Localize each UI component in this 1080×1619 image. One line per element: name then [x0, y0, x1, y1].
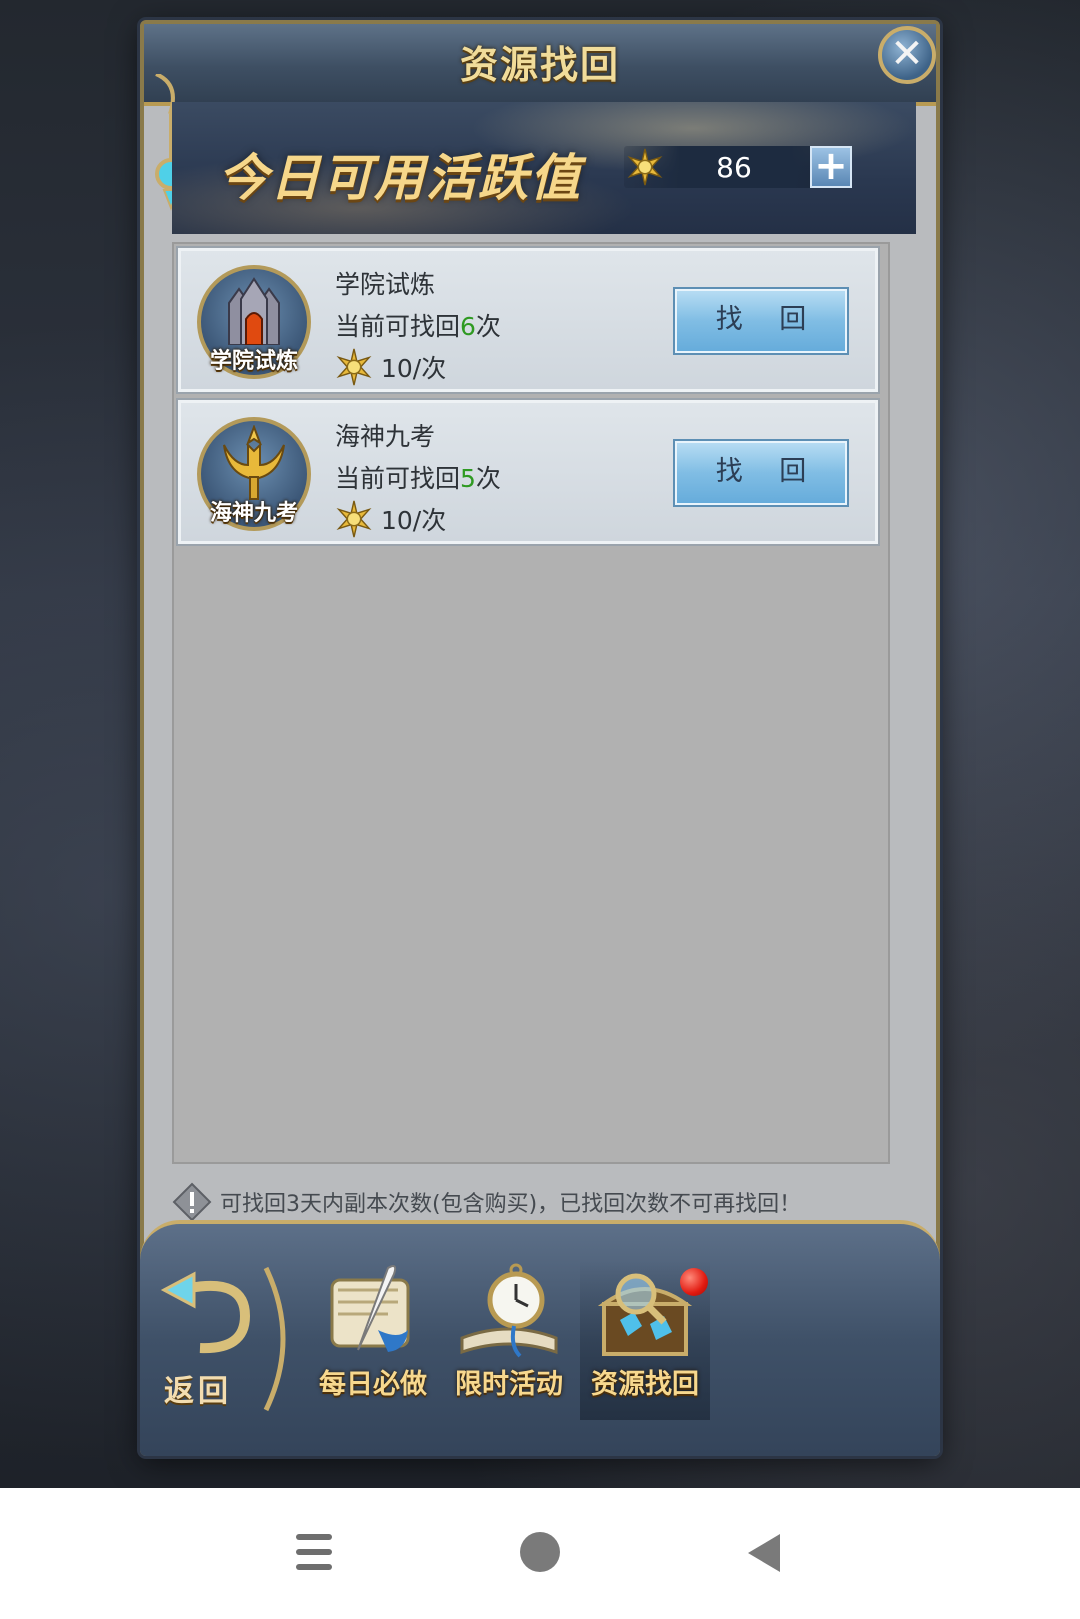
item-remaining-count: 当前可找回5次 — [335, 464, 501, 493]
tab-limited-events[interactable]: 限时活动 — [444, 1260, 574, 1420]
cost-text: 10/次 — [381, 354, 447, 383]
item-cost: 10/次 — [335, 347, 446, 387]
close-icon: ✕ — [890, 31, 924, 77]
pocket-watch-book-icon — [460, 1263, 558, 1358]
notice-bar: 可找回3天内副本次数(包含购买)，已找回次数不可再找回！ — [172, 1182, 912, 1222]
tab-label: 每日必做 — [319, 1369, 427, 1400]
tab-resource-recovery[interactable]: 资源找回 — [580, 1260, 710, 1420]
tab-label: 资源找回 — [591, 1369, 699, 1400]
return-arrow-icon — [160, 1271, 251, 1354]
scroll-quill-icon — [330, 1265, 410, 1352]
dialog-title-bar: 资源找回 ✕ — [144, 24, 936, 106]
cost-text: 10/次 — [381, 506, 447, 535]
activity-value-box: 86 + — [624, 146, 852, 188]
menu-icon[interactable] — [294, 1530, 334, 1574]
academy-trial-icon: 学院试炼 — [197, 265, 311, 379]
activity-label: 今日可用活跃值 — [218, 148, 582, 207]
castle-gate-icon — [228, 277, 280, 345]
tab-label: 限时活动 — [455, 1369, 563, 1400]
activity-value: 86 — [716, 151, 752, 184]
item-remaining-count: 当前可找回6次 — [335, 312, 501, 341]
back-button[interactable]: 返回 — [160, 1264, 290, 1414]
dialog-title: 资源找回 — [459, 42, 620, 87]
home-icon[interactable] — [518, 1530, 562, 1574]
item-icon-label: 海神九考 — [209, 500, 298, 526]
plus-icon: + — [814, 143, 848, 189]
bracket-divider-icon — [263, 1266, 286, 1412]
sea-god-trial-icon: 海神九考 — [197, 417, 311, 531]
count-number: 6 — [460, 312, 476, 341]
list-item: 学院试炼 学院试炼 当前可找回6次 10/次 找 回 — [178, 248, 878, 392]
warning-icon — [172, 1182, 212, 1222]
item-cost: 10/次 — [335, 499, 446, 539]
activity-banner: 今日可用活跃值 86 + — [172, 102, 916, 234]
sun-star-icon — [627, 148, 663, 186]
item-name: 学院试炼 — [335, 270, 436, 299]
notice-text: 可找回3天内副本次数(包含购买)，已找回次数不可再找回！ — [220, 1192, 802, 1217]
bottom-nav: 返回 每日必做 限时活动 资源找回 — [140, 1220, 940, 1456]
trident-icon — [223, 425, 285, 500]
resource-recovery-dialog: 资源找回 ✕ 今日可用活跃值 86 + 学院试炼 学院试炼 当前可找回6次 10… — [140, 20, 940, 1456]
tab-daily-tasks[interactable]: 每日必做 — [308, 1260, 438, 1420]
count-number: 5 — [460, 464, 476, 493]
recovery-list[interactable]: 学院试炼 学院试炼 当前可找回6次 10/次 找 回 海神九考 海神九考 当前可… — [172, 242, 890, 1164]
item-icon-label: 学院试炼 — [209, 348, 298, 374]
back-label: 返回 — [164, 1374, 232, 1409]
item-name: 海神九考 — [335, 422, 436, 451]
sun-star-icon — [336, 500, 372, 538]
add-activity-button[interactable]: + — [810, 146, 852, 188]
system-navigation-bar — [0, 1488, 1080, 1619]
sun-star-icon — [336, 348, 372, 386]
back-triangle-icon[interactable] — [744, 1532, 784, 1574]
list-item: 海神九考 海神九考 当前可找回5次 10/次 找 回 — [178, 400, 878, 544]
retrieve-button[interactable]: 找 回 — [675, 289, 847, 353]
close-button[interactable]: ✕ — [878, 26, 936, 84]
notification-badge — [680, 1268, 708, 1296]
retrieve-button[interactable]: 找 回 — [675, 441, 847, 505]
